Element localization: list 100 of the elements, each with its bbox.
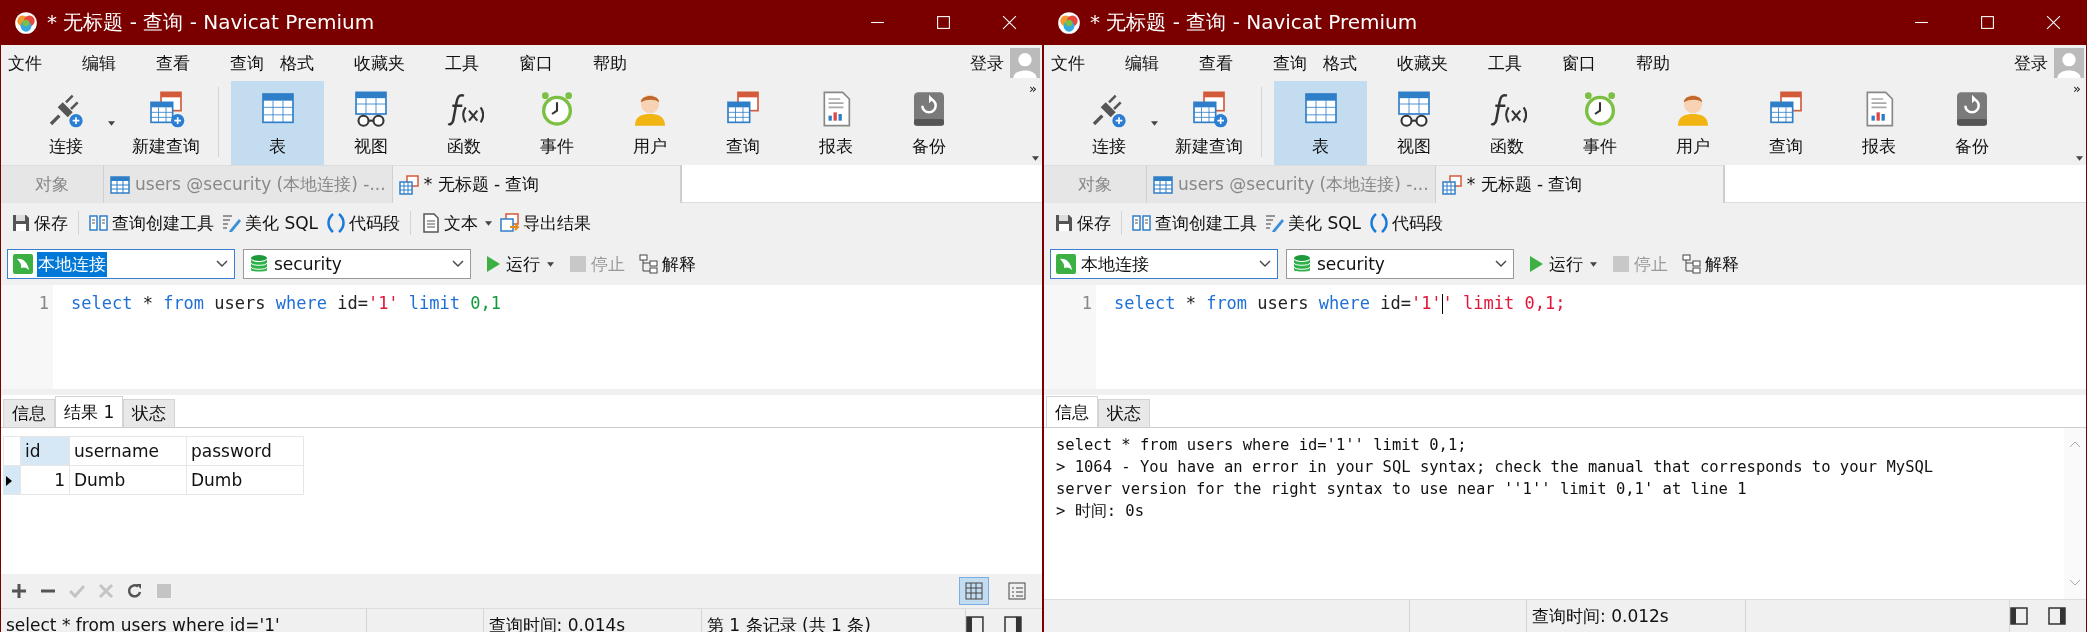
dolphin-icon: [13, 254, 33, 274]
explain-button[interactable]: 解释: [1678, 248, 1743, 280]
table-icon: [1153, 174, 1173, 195]
toolbar-button[interactable]: 新建查询: [1162, 81, 1255, 165]
toolbar-button[interactable]: 连接: [1062, 81, 1155, 165]
toolbar-button[interactable]: 新建查询: [119, 81, 212, 165]
menu-item[interactable]: 帮助: [586, 51, 634, 75]
menu-item[interactable]: 格式: [273, 51, 321, 75]
toolbar-button[interactable]: 美化 SQL: [1261, 207, 1366, 239]
scroll-down-icon[interactable]: [2069, 579, 2081, 587]
menu-item[interactable]: 文件: [1, 51, 49, 75]
toolbar-button[interactable]: 视图: [1367, 81, 1460, 165]
avatar-icon[interactable]: [1010, 46, 1040, 80]
sql-code-line[interactable]: select * from users where id='1' limit 0,1: [53, 285, 501, 315]
left-panel-icon[interactable]: [2010, 607, 2029, 625]
menu-item[interactable]: 收藏夹: [1390, 51, 1455, 75]
toolbar-button[interactable]: 保存: [7, 207, 72, 239]
toolbar-button[interactable]: 备份: [1925, 81, 2018, 165]
toolbar-button[interactable]: 函数: [417, 81, 510, 165]
toolbar-button[interactable]: 查询: [696, 81, 789, 165]
toolbar-button[interactable]: 文本: [417, 207, 497, 239]
database-dropdown[interactable]: security: [1286, 249, 1514, 279]
right-panel-icon[interactable]: [2048, 607, 2066, 625]
caret-icon: [485, 220, 493, 226]
toolbar-button[interactable]: 表: [231, 81, 324, 165]
menu-item[interactable]: 查询: [223, 51, 271, 75]
toolbar-button[interactable]: 查询创建工具: [85, 207, 218, 239]
toolbar-button[interactable]: 报表: [1832, 81, 1925, 165]
toolbar-button[interactable]: 美化 SQL: [218, 207, 323, 239]
menu-item[interactable]: 文件: [1044, 51, 1092, 75]
menu-item[interactable]: 收藏夹: [347, 51, 412, 75]
toolbar-button[interactable]: 查询: [1739, 81, 1832, 165]
refresh-icon[interactable]: [127, 583, 143, 599]
menu-item[interactable]: 查看: [1192, 51, 1240, 75]
toolbar-button[interactable]: 备份: [882, 81, 975, 165]
document-tab[interactable]: * 无标题 - 查询: [392, 165, 681, 203]
message-line: > 1064 - You have an error in your SQL syntax; check the manual that corresponds to your MySQL: [1056, 457, 1935, 478]
result-tab[interactable]: 信息: [1046, 396, 1098, 427]
login-button[interactable]: 登录: [970, 51, 1004, 75]
run-button[interactable]: 运行: [1522, 248, 1601, 280]
connection-dropdown[interactable]: 本地连接: [7, 249, 235, 279]
explain-button[interactable]: 解释: [635, 248, 700, 280]
toolbar-button[interactable]: 代码段: [1365, 207, 1448, 239]
toolbar-button[interactable]: 连接: [19, 81, 112, 165]
plus-icon[interactable]: [11, 583, 27, 599]
line-number: 1: [1081, 292, 1093, 313]
toolbar-button[interactable]: 事件: [1553, 81, 1646, 165]
menu-item[interactable]: 帮助: [1629, 51, 1677, 75]
status-text: 查询时间: 0.014s: [488, 613, 626, 632]
database-dropdown[interactable]: security: [243, 249, 471, 279]
toolbar-button[interactable]: 查询创建工具: [1128, 207, 1261, 239]
more-chevron[interactable]: »: [2073, 81, 2081, 96]
run-button[interactable]: 运行: [479, 248, 558, 280]
sql-code-line[interactable]: select * from users where id='1'' limit 0,1;: [1096, 285, 1566, 315]
toolbar-button[interactable]: 视图: [324, 81, 417, 165]
window-title: * 无标题 - 查询 - Navicat Premium: [1090, 9, 1418, 36]
right-panel-icon[interactable]: [1004, 616, 1022, 632]
toolbar-button[interactable]: 代码段: [322, 207, 405, 239]
caret-icon: [2075, 156, 2083, 161]
toolbar-button[interactable]: 用户: [603, 81, 696, 165]
left-panel-icon[interactable]: [966, 616, 985, 632]
menu-item[interactable]: 工具: [438, 51, 486, 75]
menu-item[interactable]: 格式: [1316, 51, 1364, 75]
toolbar-button[interactable]: 函数: [1460, 81, 1553, 165]
column-header[interactable]: username: [69, 436, 187, 466]
message-line: server version for the right syntax to use near ''1'' limit 0,1' at line 1: [1056, 479, 1748, 500]
more-chevron[interactable]: »: [1029, 81, 1037, 96]
table-cell: Dumb: [186, 465, 304, 495]
menu-item[interactable]: 编辑: [1118, 51, 1166, 75]
database-icon: [249, 254, 269, 274]
toolbar-button[interactable]: 保存: [1050, 207, 1115, 239]
grid-view-button[interactable]: [959, 577, 989, 605]
toolbar-button[interactable]: 表: [1274, 81, 1367, 165]
form-icon: [1008, 582, 1026, 600]
result-tab[interactable]: 信息: [3, 399, 55, 427]
builder-icon: [89, 213, 109, 233]
close-icon: [2045, 15, 2061, 30]
menu-item[interactable]: 编辑: [75, 51, 123, 75]
maximize-icon: [1979, 15, 1995, 30]
column-header[interactable]: password: [186, 436, 304, 466]
avatar-icon[interactable]: [2054, 46, 2084, 80]
login-button[interactable]: 登录: [2014, 51, 2048, 75]
toolbar-button[interactable]: 导出结果: [496, 207, 596, 239]
menu-item[interactable]: 查看: [149, 51, 197, 75]
toolbar-button[interactable]: 事件: [510, 81, 603, 165]
menu-item[interactable]: 查询: [1266, 51, 1314, 75]
scroll-up-icon[interactable]: [2069, 440, 2081, 448]
menu-item[interactable]: 工具: [1481, 51, 1529, 75]
pencil-lines-icon: [222, 213, 242, 233]
column-header[interactable]: id: [20, 436, 70, 466]
menu-item[interactable]: 窗口: [1555, 51, 1603, 75]
caret-icon: [1031, 156, 1039, 161]
connection-dropdown[interactable]: 本地连接: [1050, 249, 1278, 279]
result-tab[interactable]: 状态: [1098, 399, 1150, 427]
toolbar-button[interactable]: 报表: [789, 81, 882, 165]
menu-item[interactable]: 窗口: [512, 51, 560, 75]
result-tab[interactable]: 结果 1: [55, 396, 124, 427]
document-tab[interactable]: * 无标题 - 查询: [1435, 165, 1724, 203]
toolbar-button[interactable]: 用户: [1646, 81, 1739, 165]
result-tab[interactable]: 状态: [123, 399, 176, 427]
